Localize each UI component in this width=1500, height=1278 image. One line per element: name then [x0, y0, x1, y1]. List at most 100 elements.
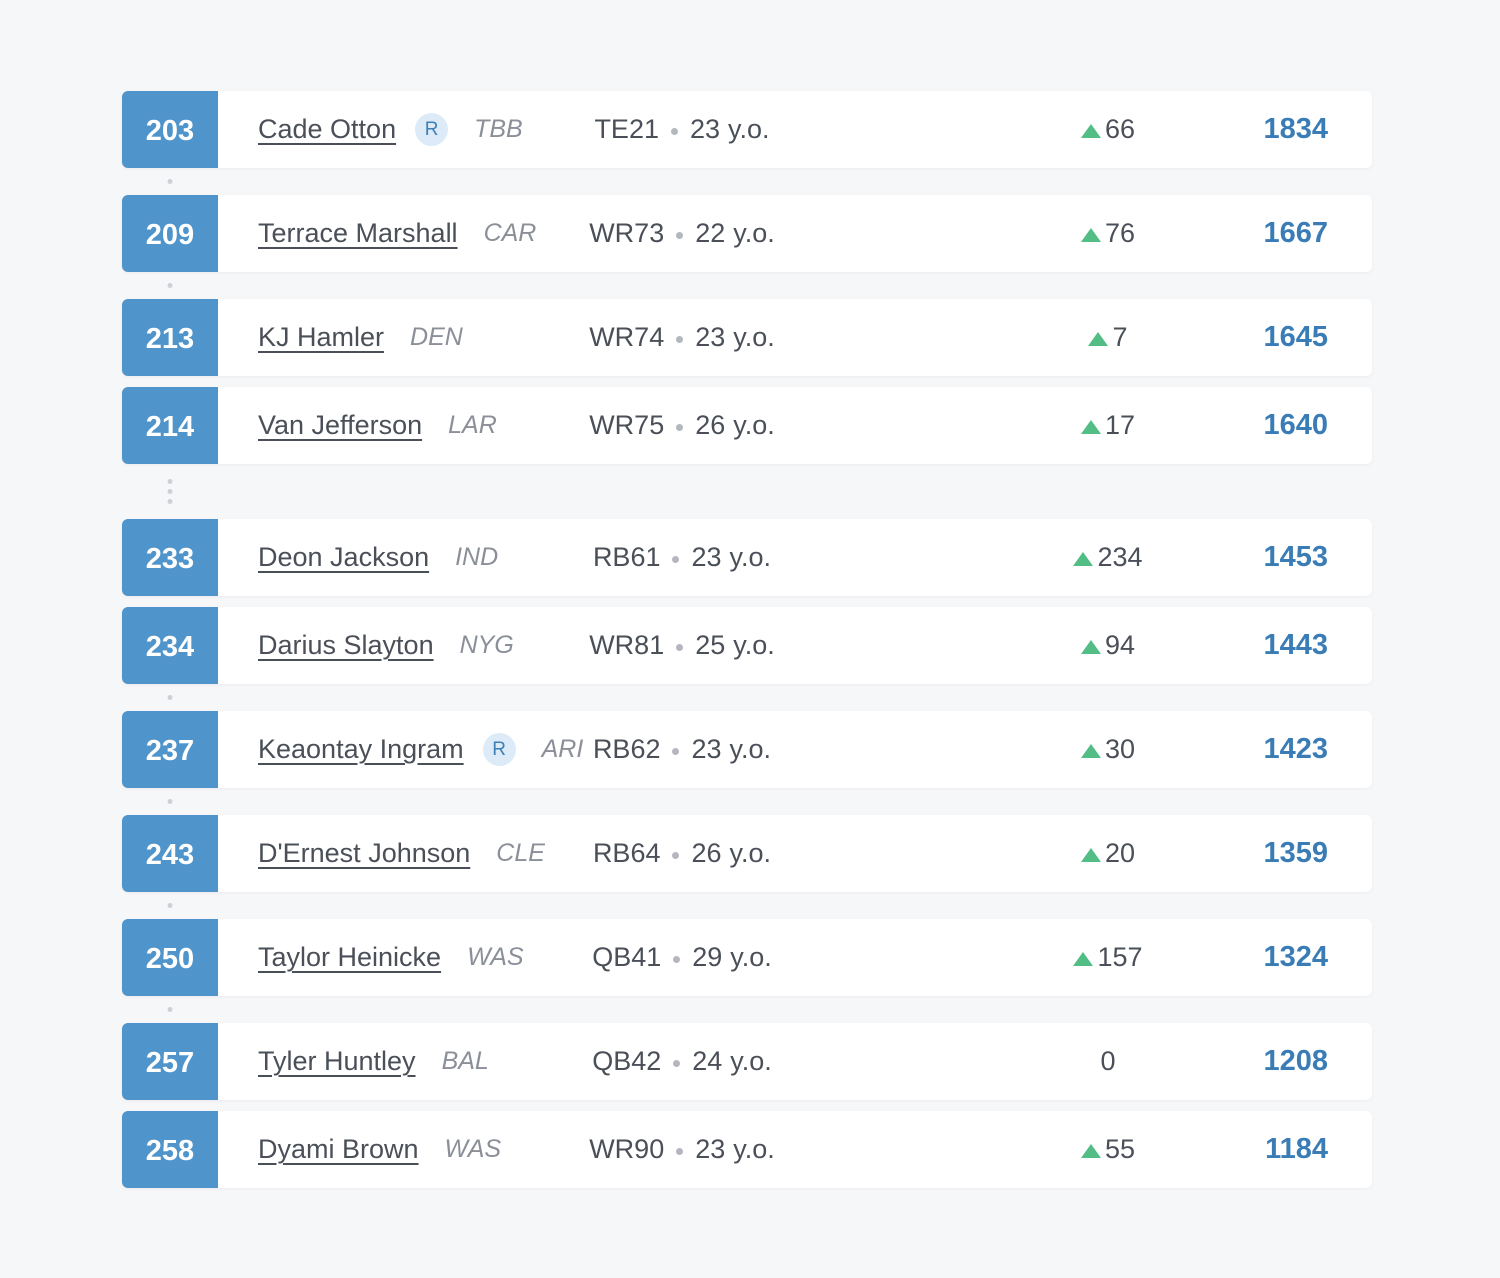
trend: 17	[1048, 387, 1168, 464]
position-age: RB62 23 y.o.	[502, 711, 862, 788]
player-age: 23	[691, 734, 722, 764]
player-name-link[interactable]: Keaontay Ingram	[258, 734, 464, 765]
age-suffix: y.o.	[730, 942, 772, 972]
trend-value: 234	[1097, 542, 1143, 572]
player-row: 243 D'Ernest Johnson CLE RB64 26 y.o. 20…	[122, 815, 1372, 892]
team-label: LAR	[448, 411, 497, 439]
row-spacer	[122, 376, 1372, 387]
player-name-link[interactable]: Terrace Marshall	[258, 218, 458, 249]
player-identity: Tyler Huntley BAL	[258, 1023, 489, 1100]
trend-up-icon	[1080, 419, 1101, 434]
player-value: 1834	[1263, 113, 1328, 145]
player-name-link[interactable]: Taylor Heinicke	[258, 942, 441, 973]
position-rank: RB61	[592, 542, 661, 572]
player-name-link[interactable]: D'Ernest Johnson	[258, 838, 470, 869]
player-name-link[interactable]: Tyler Huntley	[258, 1046, 416, 1077]
player-age: 26	[695, 410, 726, 440]
player-row: 213 KJ Hamler DEN WR74 23 y.o. 7 1645	[122, 299, 1372, 376]
player-value: 1184	[1265, 1133, 1328, 1165]
player-name-link[interactable]: Dyami Brown	[258, 1134, 419, 1165]
age-suffix: y.o.	[729, 734, 772, 764]
age-suffix: y.o.	[729, 542, 772, 572]
age-suffix: y.o.	[733, 410, 775, 440]
player-age: 23	[695, 1134, 726, 1164]
trend-up-icon	[1073, 951, 1094, 966]
player-value: 1359	[1263, 837, 1328, 869]
player-age: 22	[695, 218, 726, 248]
position-age: WR73 22 y.o.	[502, 195, 862, 272]
rank-badge: 237	[122, 711, 218, 788]
position-age: RB61 23 y.o.	[502, 519, 862, 596]
gap-dot-icon	[167, 1007, 173, 1012]
trend: 157	[1048, 919, 1168, 996]
position-age: QB41 29 y.o.	[502, 919, 862, 996]
player-row: 214 Van Jefferson LAR WR75 26 y.o. 17 16…	[122, 387, 1372, 464]
position-age: WR81 25 y.o.	[502, 607, 862, 684]
separator-dot-icon	[676, 644, 684, 651]
gap-dot-icon	[167, 695, 173, 700]
age-suffix: y.o.	[733, 1134, 775, 1164]
player-age: 24	[692, 1046, 723, 1076]
separator-dot-icon	[676, 1148, 684, 1155]
player-row: 203 Cade Otton R TBB TE21 23 y.o. 66 183…	[122, 91, 1372, 168]
age-suffix: y.o.	[733, 218, 775, 248]
gap-dot-icon	[167, 479, 173, 484]
player-identity: Terrace Marshall CAR	[258, 195, 536, 272]
trend-up-icon	[1080, 1143, 1101, 1158]
player-identity: Darius Slayton NYG	[258, 607, 514, 684]
age-suffix: y.o.	[733, 630, 775, 660]
gap-dot-icon	[167, 489, 173, 494]
player-value: 1423	[1263, 733, 1328, 765]
position-rank: WR81	[589, 630, 665, 660]
position-rank: WR73	[589, 218, 665, 248]
player-value: 1667	[1263, 217, 1328, 249]
trend: 7	[1048, 299, 1168, 376]
position-age: WR74 23 y.o.	[502, 299, 862, 376]
trend-value: 157	[1097, 942, 1143, 972]
player-name-link[interactable]: Deon Jackson	[258, 542, 429, 573]
separator-dot-icon	[673, 1060, 681, 1067]
rank-gap-indicator	[122, 892, 1372, 919]
gap-dot-icon	[167, 499, 173, 504]
team-label: BAL	[441, 1047, 489, 1075]
player-name-link[interactable]: Darius Slayton	[258, 630, 434, 661]
trend-value: 7	[1112, 322, 1128, 352]
player-identity: KJ Hamler DEN	[258, 299, 463, 376]
separator-dot-icon	[676, 232, 684, 239]
player-identity: Cade Otton R TBB	[258, 91, 523, 168]
gap-dot-icon	[167, 283, 173, 288]
player-identity: Van Jefferson LAR	[258, 387, 497, 464]
rank-gap-indicator	[122, 996, 1372, 1023]
player-rankings-list: 203 Cade Otton R TBB TE21 23 y.o. 66 183…	[122, 91, 1372, 1188]
position-rank: QB41	[592, 942, 662, 972]
rank-badge: 213	[122, 299, 218, 376]
player-name-link[interactable]: KJ Hamler	[258, 322, 384, 353]
separator-dot-icon	[672, 748, 680, 755]
player-row: 209 Terrace Marshall CAR WR73 22 y.o. 76…	[122, 195, 1372, 272]
trend: 234	[1048, 519, 1168, 596]
separator-dot-icon	[672, 556, 680, 563]
trend-value: 55	[1104, 1134, 1136, 1164]
player-value: 1443	[1263, 629, 1328, 661]
position-rank: RB64	[592, 838, 661, 868]
player-row: 237 Keaontay Ingram R ARI RB62 23 y.o. 3…	[122, 711, 1372, 788]
player-row: 234 Darius Slayton NYG WR81 25 y.o. 94 1…	[122, 607, 1372, 684]
age-suffix: y.o.	[728, 114, 770, 144]
row-spacer	[122, 596, 1372, 607]
player-age: 25	[695, 630, 726, 660]
age-suffix: y.o.	[733, 322, 775, 352]
player-name-link[interactable]: Van Jefferson	[258, 410, 422, 441]
trend-up-icon	[1080, 847, 1101, 862]
trend: 0	[1048, 1023, 1168, 1100]
team-label: WAS	[444, 1135, 502, 1163]
rank-badge: 243	[122, 815, 218, 892]
rank-gap-indicator	[122, 464, 1372, 519]
player-identity: Deon Jackson IND	[258, 519, 498, 596]
position-age: WR75 26 y.o.	[502, 387, 862, 464]
trend-value: 17	[1104, 410, 1136, 440]
player-age: 23	[691, 542, 722, 572]
trend-up-icon	[1088, 331, 1109, 346]
separator-dot-icon	[672, 852, 680, 859]
separator-dot-icon	[670, 128, 678, 135]
player-name-link[interactable]: Cade Otton	[258, 114, 396, 145]
